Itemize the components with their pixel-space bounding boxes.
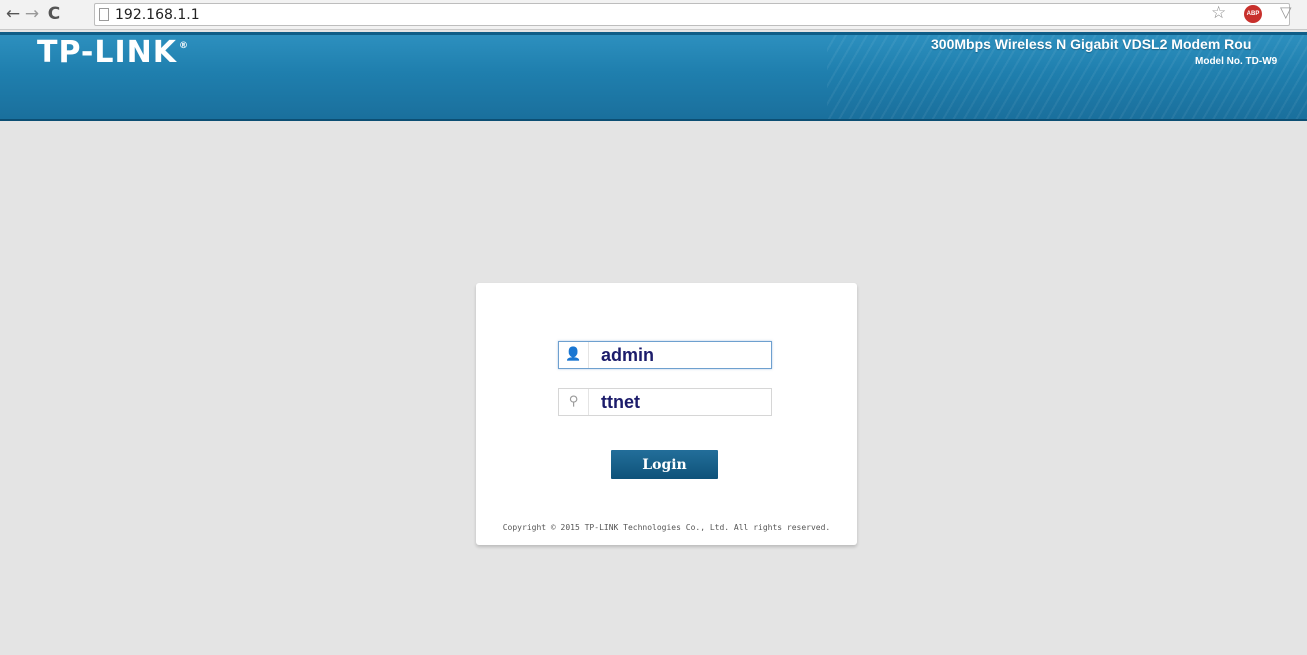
user-icon: 👤 [559, 342, 589, 368]
header-bottom-border [0, 119, 1307, 121]
product-name: 300Mbps Wireless N Gigabit VDSL2 Modem R… [931, 36, 1252, 52]
page-icon [99, 8, 109, 21]
reload-icon[interactable]: C [44, 4, 64, 24]
browser-toolbar: ← → C 192.168.1.1 ☆ ABP ▽ [0, 0, 1307, 30]
logo-text: TP-LINK [37, 35, 178, 70]
registered-mark: ® [179, 41, 190, 51]
login-panel: 👤 ⚲ Login Copyright © 2015 TP-LINK Techn… [476, 283, 857, 545]
url-text: 192.168.1.1 [115, 7, 200, 23]
back-arrow-icon[interactable]: ← [4, 4, 22, 24]
username-field[interactable]: 👤 [558, 341, 772, 369]
key-icon: ⚲ [559, 389, 589, 415]
forward-arrow-icon[interactable]: → [24, 4, 40, 24]
header-top-border [0, 32, 1307, 35]
extension-shield-icon[interactable]: ▽ [1280, 3, 1292, 21]
username-input[interactable] [601, 344, 766, 366]
password-input[interactable] [601, 391, 766, 413]
copyright-text: Copyright © 2015 TP-LINK Technologies Co… [502, 523, 831, 532]
tp-link-logo: TP-LINK ® [37, 35, 189, 70]
address-bar[interactable]: 192.168.1.1 [94, 3, 1290, 26]
password-field[interactable]: ⚲ [558, 388, 772, 416]
bookmark-star-icon[interactable]: ☆ [1211, 3, 1226, 23]
adblock-plus-icon[interactable]: ABP [1244, 5, 1262, 23]
model-number: Model No. TD-W9 [1195, 56, 1278, 67]
login-button[interactable]: Login [611, 450, 718, 479]
